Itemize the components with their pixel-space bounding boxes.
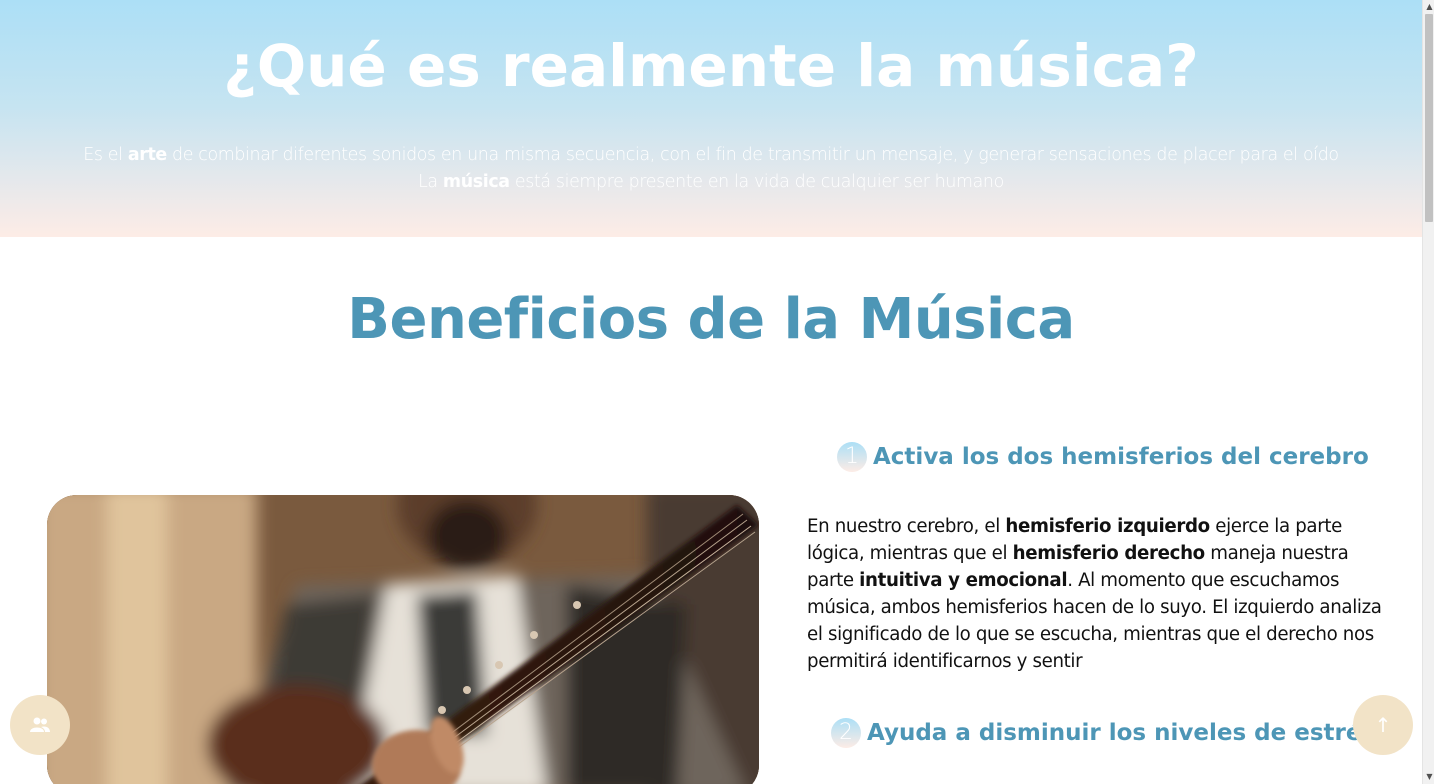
benefit-2-number-badge: 2 (831, 718, 861, 748)
scroll-down-arrow-icon[interactable]: ▼ (1424, 770, 1434, 784)
benefit-1-heading: 1 Activa los dos hemisferios del cerebro (837, 441, 1369, 473)
community-button[interactable] (10, 695, 70, 755)
hero-line-2: La música está siempre presente en la vi… (0, 169, 1422, 196)
scrollbar-thumb[interactable] (1425, 14, 1433, 222)
guitarist-illustration (47, 495, 759, 784)
benefit-2-title: Ayuda a disminuir los niveles de estrés (867, 720, 1376, 746)
hero-line-2-text-a: La (418, 172, 443, 192)
section-title: Beneficios de la Música (347, 287, 1075, 352)
benefit-2-heading: 2 Ayuda a disminuir los niveles de estré… (831, 717, 1375, 749)
hero-title: ¿Qué es realmente la música? (223, 32, 1199, 100)
page: ¿Qué es realmente la música? Es el arte … (0, 0, 1422, 784)
hero-line-1-text-a: Es el (83, 145, 128, 165)
benefit-1-body-bold-2: hemisferio derecho (1012, 543, 1206, 564)
users-icon (30, 717, 50, 732)
hero-line-1-bold: arte (127, 145, 167, 165)
hero-line-2-bold: música (442, 172, 510, 192)
hero-banner: ¿Qué es realmente la música? Es el arte … (0, 0, 1422, 237)
benefit-1-number-badge: 1 (837, 442, 867, 472)
arrow-up-icon: ↑ (1374, 713, 1392, 737)
page-scrollbar[interactable]: ▲ ▼ (1422, 0, 1434, 784)
hero-line-2-text-b: está siempre presente en la vida de cual… (509, 172, 1004, 192)
benefit-1-body-text-1: En nuestro cerebro, el (807, 516, 1006, 537)
benefit-1-body: En nuestro cerebro, el hemisferio izquie… (807, 513, 1382, 675)
scroll-up-arrow-icon[interactable]: ▲ (1424, 0, 1434, 14)
benefit-1-body-bold-1: hemisferio izquierdo (1005, 516, 1210, 537)
benefit-1-body-bold-3: intuitiva y emocional (859, 570, 1068, 591)
guitarist-photo (47, 495, 759, 784)
scroll-to-top-button[interactable]: ↑ (1353, 695, 1413, 755)
benefit-1-title: Activa los dos hemisferios del cerebro (873, 444, 1369, 470)
hero-description: Es el arte de combinar diferentes sonido… (0, 142, 1422, 196)
hero-line-1: Es el arte de combinar diferentes sonido… (0, 142, 1422, 169)
hero-line-1-text-b: de combinar diferentes sonidos en una mi… (166, 145, 1339, 165)
